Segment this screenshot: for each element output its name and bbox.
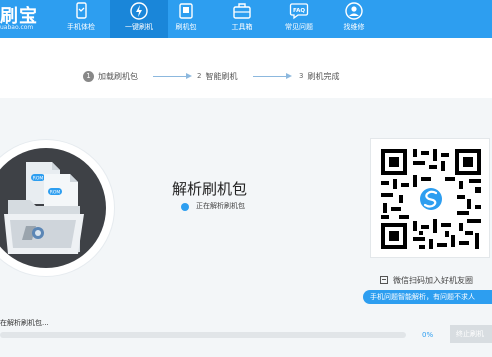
progress-bar bbox=[0, 332, 406, 338]
faq-icon: FAQ bbox=[289, 3, 309, 20]
nav-item-phone-check[interactable]: 手机体检 bbox=[52, 0, 110, 38]
progress-percent: 0% bbox=[422, 331, 434, 339]
progress-label: 在解析刷机包... bbox=[0, 319, 49, 327]
step-3: 3 刷机完成 bbox=[299, 71, 339, 82]
nav-item-repair[interactable]: 找维修 bbox=[325, 0, 383, 38]
folder-rom-icon: ROM ROM bbox=[4, 162, 84, 254]
toolbox-icon bbox=[233, 3, 251, 19]
step-number: 3 bbox=[299, 72, 304, 80]
rom-package-icon bbox=[179, 3, 193, 19]
nav-label: 常见问题 bbox=[285, 23, 313, 31]
nav-label: 找维修 bbox=[343, 23, 365, 31]
status-dot-icon bbox=[181, 203, 189, 211]
qr-caption-text: 微信扫码加入好机友圈 bbox=[393, 276, 473, 285]
phone-check-icon bbox=[76, 2, 87, 19]
nav-item-toolbox[interactable]: 工具箱 bbox=[213, 0, 271, 38]
qr-code-icon bbox=[381, 149, 481, 249]
scan-icon bbox=[380, 276, 388, 284]
lightning-icon bbox=[130, 2, 148, 20]
step-2: 2 智能刷机 bbox=[197, 71, 237, 82]
qr-code-card bbox=[370, 138, 490, 258]
qr-caption: 微信扫码加入好机友圈 bbox=[380, 275, 473, 286]
steps-header bbox=[0, 38, 492, 98]
illustration-disc: ROM ROM bbox=[0, 148, 106, 268]
step-1: 1 加载刷机包 bbox=[83, 71, 138, 82]
stop-flash-button[interactable]: 终止刷机 bbox=[450, 325, 492, 343]
nav-label: 手机体检 bbox=[67, 23, 95, 31]
status-text: 正在解析刷机包 bbox=[196, 202, 245, 210]
rom-parse-illustration: ROM ROM bbox=[0, 140, 114, 276]
svg-text:FAQ: FAQ bbox=[293, 8, 305, 14]
brand-url: uabao.com bbox=[0, 24, 34, 31]
step-label: 智能刷机 bbox=[205, 72, 238, 81]
step-arrow bbox=[153, 73, 192, 79]
step-number: 1 bbox=[83, 71, 94, 82]
nav-label: 工具箱 bbox=[231, 23, 253, 31]
step-label: 刷机完成 bbox=[307, 72, 340, 81]
rom-badge-text: ROM bbox=[50, 190, 61, 196]
step-number: 2 bbox=[197, 72, 202, 80]
nav-item-faq[interactable]: FAQ 常见问题 bbox=[270, 0, 328, 38]
nav-label: 刷机包 bbox=[175, 23, 197, 31]
page-title: 解析刷机包 bbox=[172, 180, 248, 198]
step-arrow bbox=[253, 73, 292, 79]
step-label: 加载刷机包 bbox=[98, 72, 138, 81]
rom-badge-text: ROM bbox=[33, 176, 44, 182]
repair-person-icon bbox=[345, 2, 363, 20]
top-nav-bar: 刷宝 uabao.com 手机体检 一键刷机 刷机包 工具箱 FAQ 常见问题 … bbox=[0, 0, 492, 38]
tip-banner[interactable]: 手机问题智能解析，有问题不求人 bbox=[363, 290, 492, 304]
nav-item-rom-package[interactable]: 刷机包 bbox=[157, 0, 215, 38]
